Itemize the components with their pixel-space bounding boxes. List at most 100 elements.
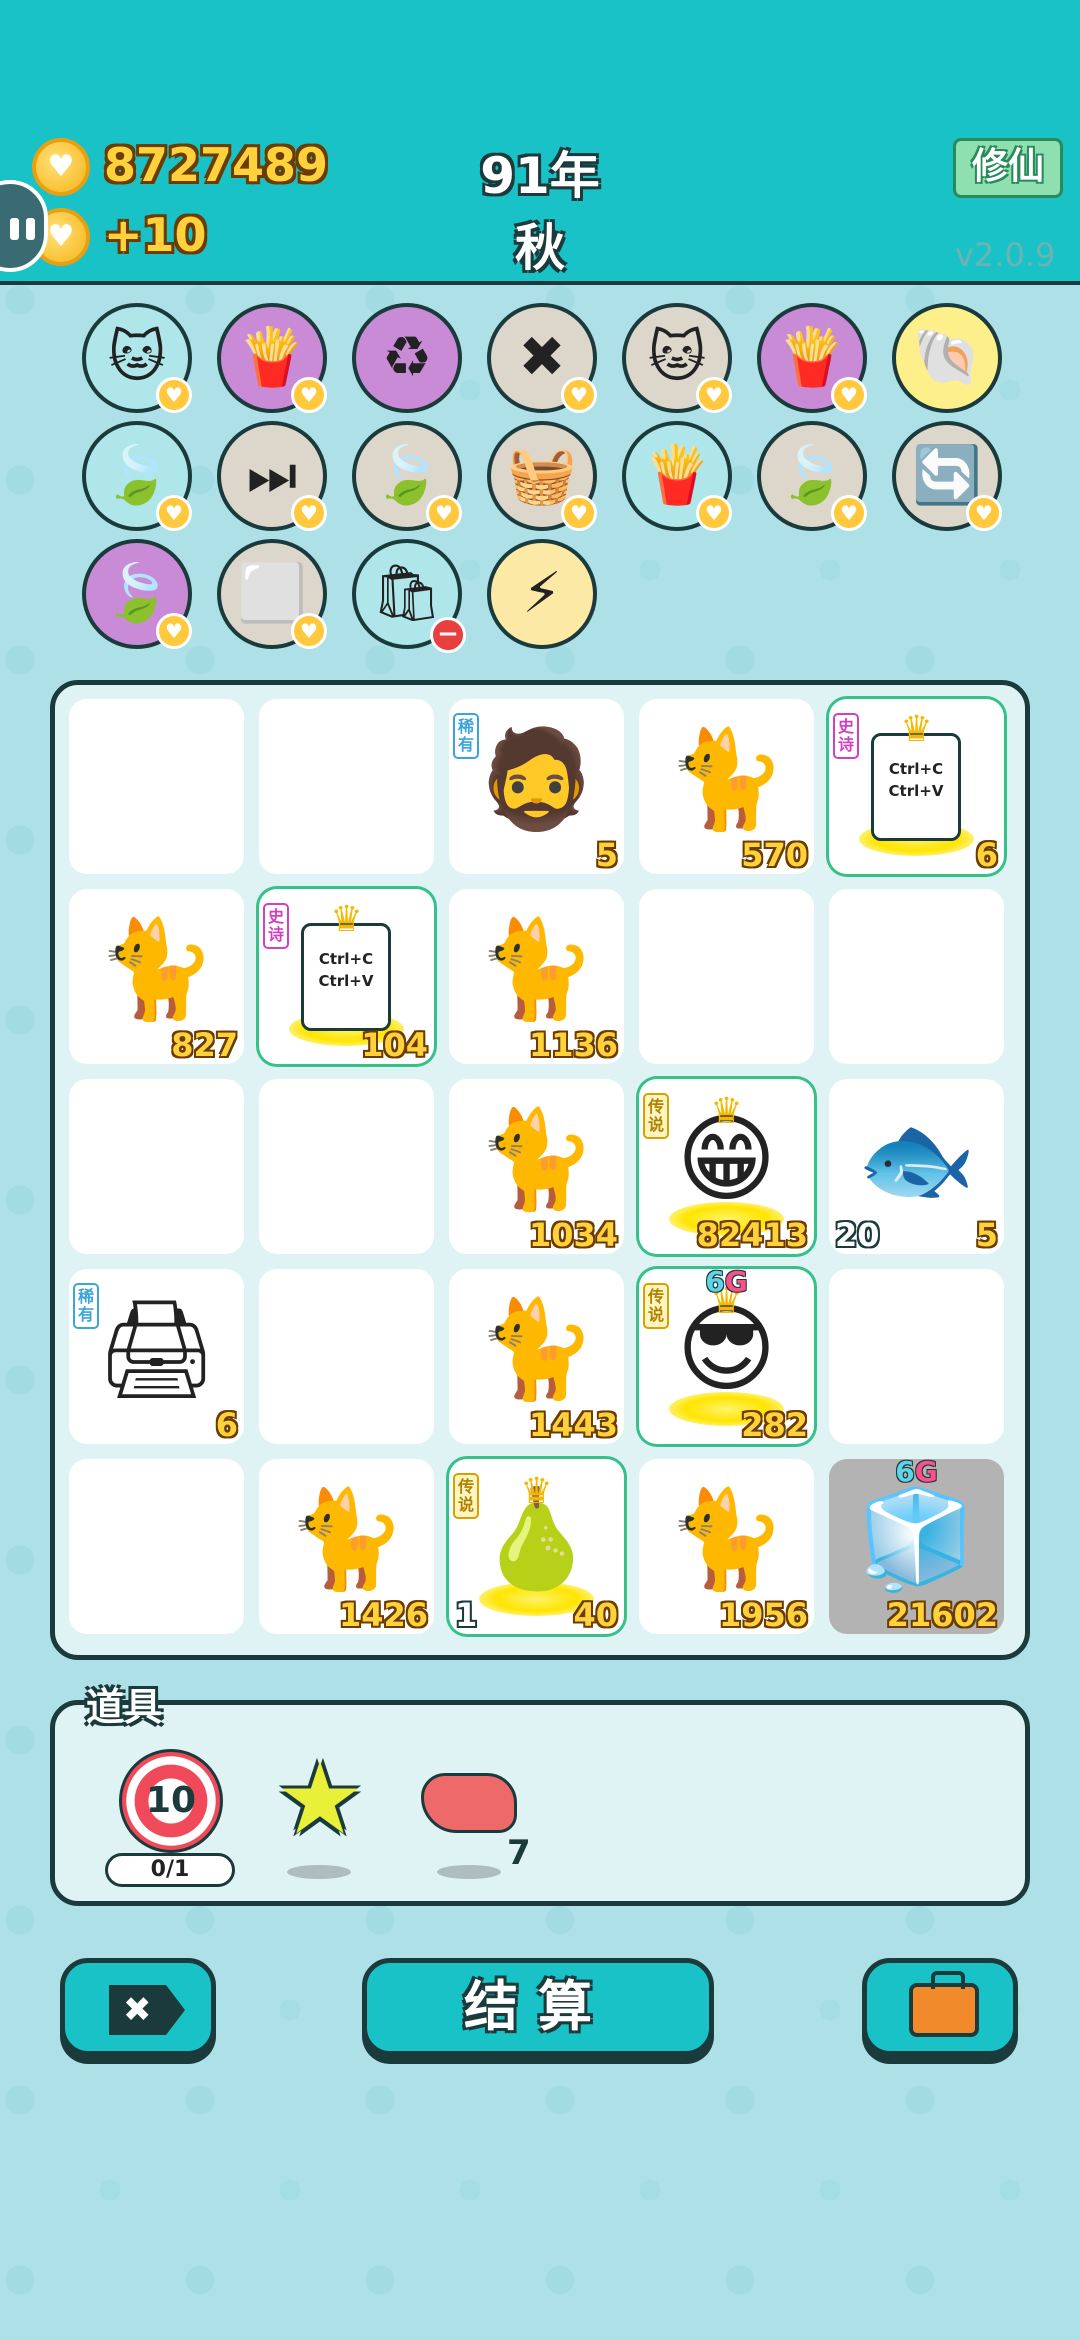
heart-badge-icon: ♥ [291,495,327,531]
inventory-button[interactable] [862,1958,1018,2056]
star-icon[interactable]: ★ [265,1749,375,1849]
settle-label: 结算 [464,1975,612,2038]
heart-badge-icon: ♥ [291,613,327,649]
empty-cell[interactable] [69,1459,244,1634]
liver-shadow [437,1865,501,1879]
cat-icon[interactable]: 🐱 ♥ [82,303,192,413]
cell-value: 5 [595,836,618,874]
cat-icon: 🐈 [476,1293,597,1405]
close-tag-icon: ✖ [109,1985,185,2035]
cell-value: 6 [215,1406,238,1444]
heart-badge-icon: ♥ [561,495,597,531]
leaf-icon[interactable]: 🍃 ♥ [82,539,192,649]
board-cell[interactable]: 😎 ♛ 6G 传说 282 [639,1265,814,1444]
settle-button[interactable]: 结算 [362,1958,714,2056]
rarity-tag: 传说 [643,1093,669,1139]
fries-icon[interactable]: 🍟 ♥ [217,303,327,413]
heart-badge-icon: ♥ [426,495,462,531]
board-cell[interactable]: 🐈 1034 [449,1079,624,1254]
fries-icon[interactable]: 🍟 ♥ [757,303,867,413]
remove-button[interactable]: ✖ [60,1958,216,2056]
star-shadow [287,1865,351,1879]
cell-value: 570 [741,836,808,874]
heart-badge-icon: ♥ [966,495,1002,531]
twin-cats-icon[interactable]: 🐱 ♥ [622,303,732,413]
cat-icon: 🐈 [666,1483,787,1595]
board-cell[interactable]: 🐈 1956 [639,1459,814,1634]
briefcase-icon [909,1971,979,2037]
year-label: 91年 [480,147,600,205]
trash-bag-icon[interactable]: 🛍 − [352,539,466,653]
empty-cell[interactable] [259,1269,434,1444]
cell-value: 1443 [528,1406,618,1444]
empty-cell[interactable] [69,699,244,874]
fridge-icon: 🧊 [856,1483,977,1595]
coin-income: +10 [104,208,207,262]
board-cell[interactable]: 🧔 稀有 5 [449,699,624,874]
coin-total: 8727489 [104,138,329,192]
leaf-icon[interactable]: 🍃 ♥ [82,421,192,531]
tools-panel: 10 0/1 ★ 7 [50,1700,1030,1906]
fish-icon: 🐟 [856,1103,977,1215]
minus-badge-icon: − [430,617,466,653]
cell-value: 1034 [528,1216,618,1254]
board-cell[interactable]: 🐈 570 [639,699,814,874]
fries-icon[interactable]: 🍟 ♥ [622,421,732,531]
heart-badge-icon: ♥ [831,377,867,413]
cell-value: 6 [975,836,998,874]
board-cell[interactable]: 🍐 ♛ 传说 40 1 [449,1459,624,1634]
heart-badge-icon: ♥ [561,377,597,413]
refresh-icon[interactable]: 🔄 ♥ [892,421,1002,531]
recycle-icon[interactable]: ♻ [352,303,462,413]
rarity-tag: 稀有 [73,1283,99,1329]
season-label: 秋 [515,219,565,277]
leaf-icon[interactable]: 🍃 ♥ [757,421,867,531]
rarity-tag: 传说 [453,1473,479,1519]
target-icon[interactable]: 10 [119,1749,223,1853]
leaf-icon[interactable]: 🍃 ♥ [352,421,462,531]
board-cell[interactable]: 🐈 827 [69,889,244,1064]
version-label: v2.0.9 [955,236,1056,274]
liver-icon[interactable] [421,1773,517,1833]
board-cell[interactable]: 🐈 1136 [449,889,624,1064]
rarity-tag: 稀有 [453,713,479,759]
board-cell[interactable]: 🖨 稀有 6 [69,1269,244,1444]
board-cell[interactable]: 🧊 6G 21602 [829,1455,1004,1634]
tools-title: 道具 [86,1685,163,1729]
empty-cell[interactable] [829,889,1004,1064]
board-cell[interactable]: 🐈 1426 [259,1459,434,1634]
heart-badge-icon: ♥ [696,377,732,413]
cell-value: 104 [361,1026,428,1064]
empty-cell[interactable] [829,1269,1004,1444]
cultivation-button[interactable]: 修仙 [953,138,1063,198]
fruit-basket-icon[interactable]: 🧺 ♥ [487,421,597,531]
empty-cell[interactable] [259,1079,434,1254]
cell-value: 21602 [886,1596,998,1634]
sugar-cubes-icon[interactable]: ⬜ ♥ [217,539,327,649]
cell-value: 827 [171,1026,238,1064]
liver-count: 7 [507,1833,531,1873]
game-board: 🧔 稀有 5 🐈 570 Ctrl+C Ctrl+V ♛ 史诗 6 🐈 827 Ctrl+C Ctrl… [50,680,1030,1660]
top-header: 8727489 +10 91年 秋 修仙 v2.0.9 [0,0,1080,285]
empty-cell[interactable] [259,699,434,874]
board-cell[interactable]: Ctrl+C Ctrl+V ♛ 史诗 104 [259,889,434,1064]
remove-tag-icon[interactable]: ✖ ♥ [487,303,597,413]
board-cell[interactable]: 🐈 1443 [449,1269,624,1444]
board-cell[interactable]: Ctrl+C Ctrl+V ♛ 史诗 6 [829,699,1004,874]
cell-value: 5 [975,1216,998,1254]
rarity-tag: 传说 [643,1283,669,1329]
cat-icon: 🐈 [666,723,787,835]
empty-cell[interactable] [69,1079,244,1254]
cat-icon: 🐈 [476,1103,597,1215]
coin-icon [32,138,90,196]
shell-icon[interactable]: 🐚 [892,303,1002,413]
heart-badge-icon: ♥ [156,495,192,531]
heart-badge-icon: ♥ [831,495,867,531]
cell-value: 40 [573,1596,618,1634]
board-cell[interactable]: 🐟 5 20 [829,1079,1004,1254]
rarity-tag: 史诗 [833,713,859,759]
empty-cell[interactable] [639,889,814,1064]
board-cell[interactable]: 😁 ♛ 传说 82413 [639,1079,814,1254]
skip-icon[interactable]: ⏭ ♥ [217,421,327,531]
lightning-icon[interactable]: ⚡ [487,539,597,649]
